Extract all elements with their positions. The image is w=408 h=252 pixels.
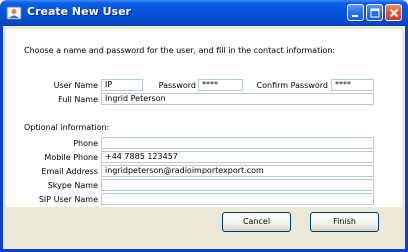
phone-input[interactable]: [101, 137, 374, 149]
skype-name-label: Skype Name: [47, 181, 98, 190]
cancel-button[interactable]: Cancel: [222, 212, 291, 232]
title-bar[interactable]: Create New User: [0, 0, 408, 26]
phone-label: Phone: [73, 139, 98, 148]
confirm-password-label: Confirm Password: [256, 81, 328, 90]
password-input[interactable]: ****: [198, 79, 243, 91]
optional-heading: Optional information:: [24, 123, 110, 132]
maximize-icon: [370, 8, 380, 18]
sip-user-name-label: SIP User Name: [38, 195, 98, 204]
window-title: Create New User: [27, 5, 131, 18]
user-icon: [6, 5, 22, 21]
minimize-icon: [352, 15, 358, 17]
user-name-label: User Name: [53, 81, 98, 90]
skype-name-input[interactable]: [101, 179, 374, 191]
maximize-button[interactable]: [366, 4, 383, 21]
close-button[interactable]: [385, 4, 402, 21]
dialog-body: Choose a name and password for the user,…: [3, 26, 405, 249]
finish-button[interactable]: Finish: [310, 212, 379, 232]
sip-user-name-input[interactable]: [101, 193, 374, 205]
dialog-window: Create New User Choose a name and passwo…: [0, 0, 408, 252]
mobile-phone-input[interactable]: +44 7885 123457: [101, 151, 374, 163]
email-address-label: Email Address: [41, 167, 98, 176]
password-label: Password: [158, 81, 196, 90]
mobile-phone-label: Mobile Phone: [44, 153, 98, 162]
minimize-button[interactable]: [347, 4, 364, 21]
confirm-password-input[interactable]: ****: [331, 79, 374, 91]
intro-text: Choose a name and password for the user,…: [24, 46, 336, 55]
user-name-input[interactable]: IP: [101, 79, 143, 91]
form-panel: Choose a name and password for the user,…: [6, 29, 402, 207]
full-name-input[interactable]: Ingrid Peterson: [101, 93, 374, 105]
full-name-label: Full Name: [58, 95, 98, 104]
email-address-input[interactable]: ingridpeterson@radioimportexport.com: [101, 165, 374, 177]
close-icon: [389, 8, 399, 18]
